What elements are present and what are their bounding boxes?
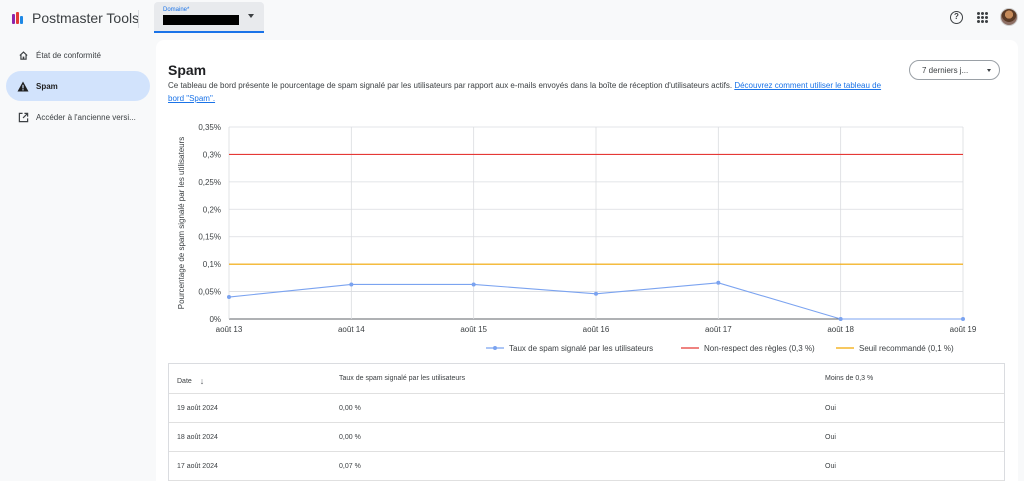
table-cell-below-threshold: Oui	[825, 463, 836, 470]
y-tick-label: 0,35%	[198, 123, 221, 132]
date-range-select[interactable]: 7 derniers j...	[909, 60, 1000, 80]
y-axis-label: Pourcentage de spam signalé par les util…	[177, 137, 186, 310]
table-cell-spam-rate: 0,07 %	[339, 463, 361, 470]
sidebar-item-label: Accéder à l'ancienne versi...	[36, 112, 136, 122]
sidebar-item-spam[interactable]: Spam	[6, 71, 150, 101]
table-cell-date: 18 août 2024	[177, 434, 218, 441]
spam-table: Date ↓ Taux de spam signalé par les utili…	[168, 363, 1005, 481]
date-range-value: 7 derniers j...	[922, 66, 969, 75]
legend-label: Taux de spam signalé par les utilisateur…	[509, 344, 653, 353]
sidebar-item-legacy-version[interactable]: Accéder à l'ancienne versi...	[0, 102, 156, 132]
app-logo[interactable]: Postmaster Tools	[12, 10, 139, 26]
column-header-date[interactable]: Date ↓	[177, 375, 205, 386]
help-icon[interactable]: ?	[950, 11, 963, 24]
home-icon	[17, 49, 29, 61]
sidebar-item-compliance[interactable]: État de conformité	[0, 40, 156, 70]
chevron-down-icon	[987, 69, 991, 72]
x-tick-label: août 14	[338, 325, 365, 334]
avatar[interactable]	[1000, 8, 1018, 26]
x-tick-label: août 16	[583, 325, 610, 334]
table-cell-below-threshold: Oui	[825, 434, 836, 441]
header-divider	[138, 10, 139, 28]
table-row: 19 août 2024 0,00 % Oui	[169, 394, 1004, 423]
series-point	[471, 282, 476, 287]
legend-marker	[493, 346, 497, 350]
column-header-spam-rate: Taux de spam signalé par les utilisateur…	[339, 375, 466, 382]
table-header-row: Date ↓ Taux de spam signalé par les utili…	[169, 364, 1004, 394]
series-point	[961, 317, 965, 321]
y-tick-label: 0,05%	[198, 288, 221, 297]
x-tick-label: août 19	[950, 325, 977, 334]
domain-select[interactable]: Domaine*	[154, 2, 264, 33]
arrow-down-icon[interactable]: ↓	[200, 376, 205, 386]
series-point	[349, 282, 354, 287]
series-point	[594, 291, 598, 296]
apps-grid-icon[interactable]	[977, 12, 988, 23]
warning-icon	[17, 80, 29, 92]
app-title: Postmaster Tools	[32, 10, 140, 26]
open-in-new-icon	[17, 111, 29, 123]
y-tick-label: 0,1%	[203, 260, 221, 269]
spam-rate-chart: 0% 0,05% 0,1% 0,15% 0,2% 0,25% 0,3% 0,35% août 1…	[177, 123, 977, 353]
table-cell-date: 19 août 2024	[177, 405, 218, 412]
sidebar-item-label: Spam	[36, 81, 58, 91]
y-tick-label: 0,15%	[198, 233, 221, 242]
y-tick-label: 0,25%	[198, 178, 221, 187]
x-tick-label: août 18	[827, 325, 854, 334]
y-tick-label: 0,3%	[203, 150, 221, 159]
x-tick-label: août 15	[460, 325, 487, 334]
main-panel: Spam Ce tableau de bord présente le pour…	[156, 40, 1018, 481]
table-cell-below-threshold: Oui	[825, 405, 836, 412]
top-bar: Postmaster Tools Domaine* ?	[0, 0, 1024, 36]
legend-label: Non-respect des règles (0,3 %)	[704, 344, 815, 353]
table-cell-spam-rate: 0,00 %	[339, 405, 361, 412]
domain-value-redacted	[163, 15, 239, 25]
sidebar-item-label: État de conformité	[36, 50, 101, 60]
postmaster-logo-icon	[12, 11, 26, 25]
table-row: 17 août 2024 0,07 % Oui	[169, 452, 1004, 481]
chevron-down-icon	[248, 14, 254, 18]
series-point	[227, 295, 231, 300]
column-header-below-threshold: Moins de 0,3 %	[825, 375, 874, 382]
x-tick-label: août 17	[705, 325, 732, 334]
table-row: 18 août 2024 0,00 % Oui	[169, 423, 1004, 452]
series-point	[838, 317, 843, 321]
sidebar: État de conformité Spam Accéder à l'anci…	[0, 40, 156, 133]
page-title: Spam	[168, 62, 207, 78]
description-text: Ce tableau de bord présente le pourcenta…	[168, 81, 733, 90]
domain-label: Domaine*	[163, 7, 190, 13]
y-tick-label: 0%	[209, 315, 221, 324]
x-tick-label: août 13	[216, 325, 243, 334]
table-cell-date: 17 août 2024	[177, 463, 218, 470]
legend-label: Seuil recommandé (0,1 %)	[859, 344, 954, 353]
y-tick-label: 0,2%	[203, 205, 221, 214]
series-point	[716, 280, 721, 285]
table-cell-spam-rate: 0,00 %	[339, 434, 361, 441]
page-description: Ce tableau de bord présente le pourcenta…	[168, 79, 898, 105]
